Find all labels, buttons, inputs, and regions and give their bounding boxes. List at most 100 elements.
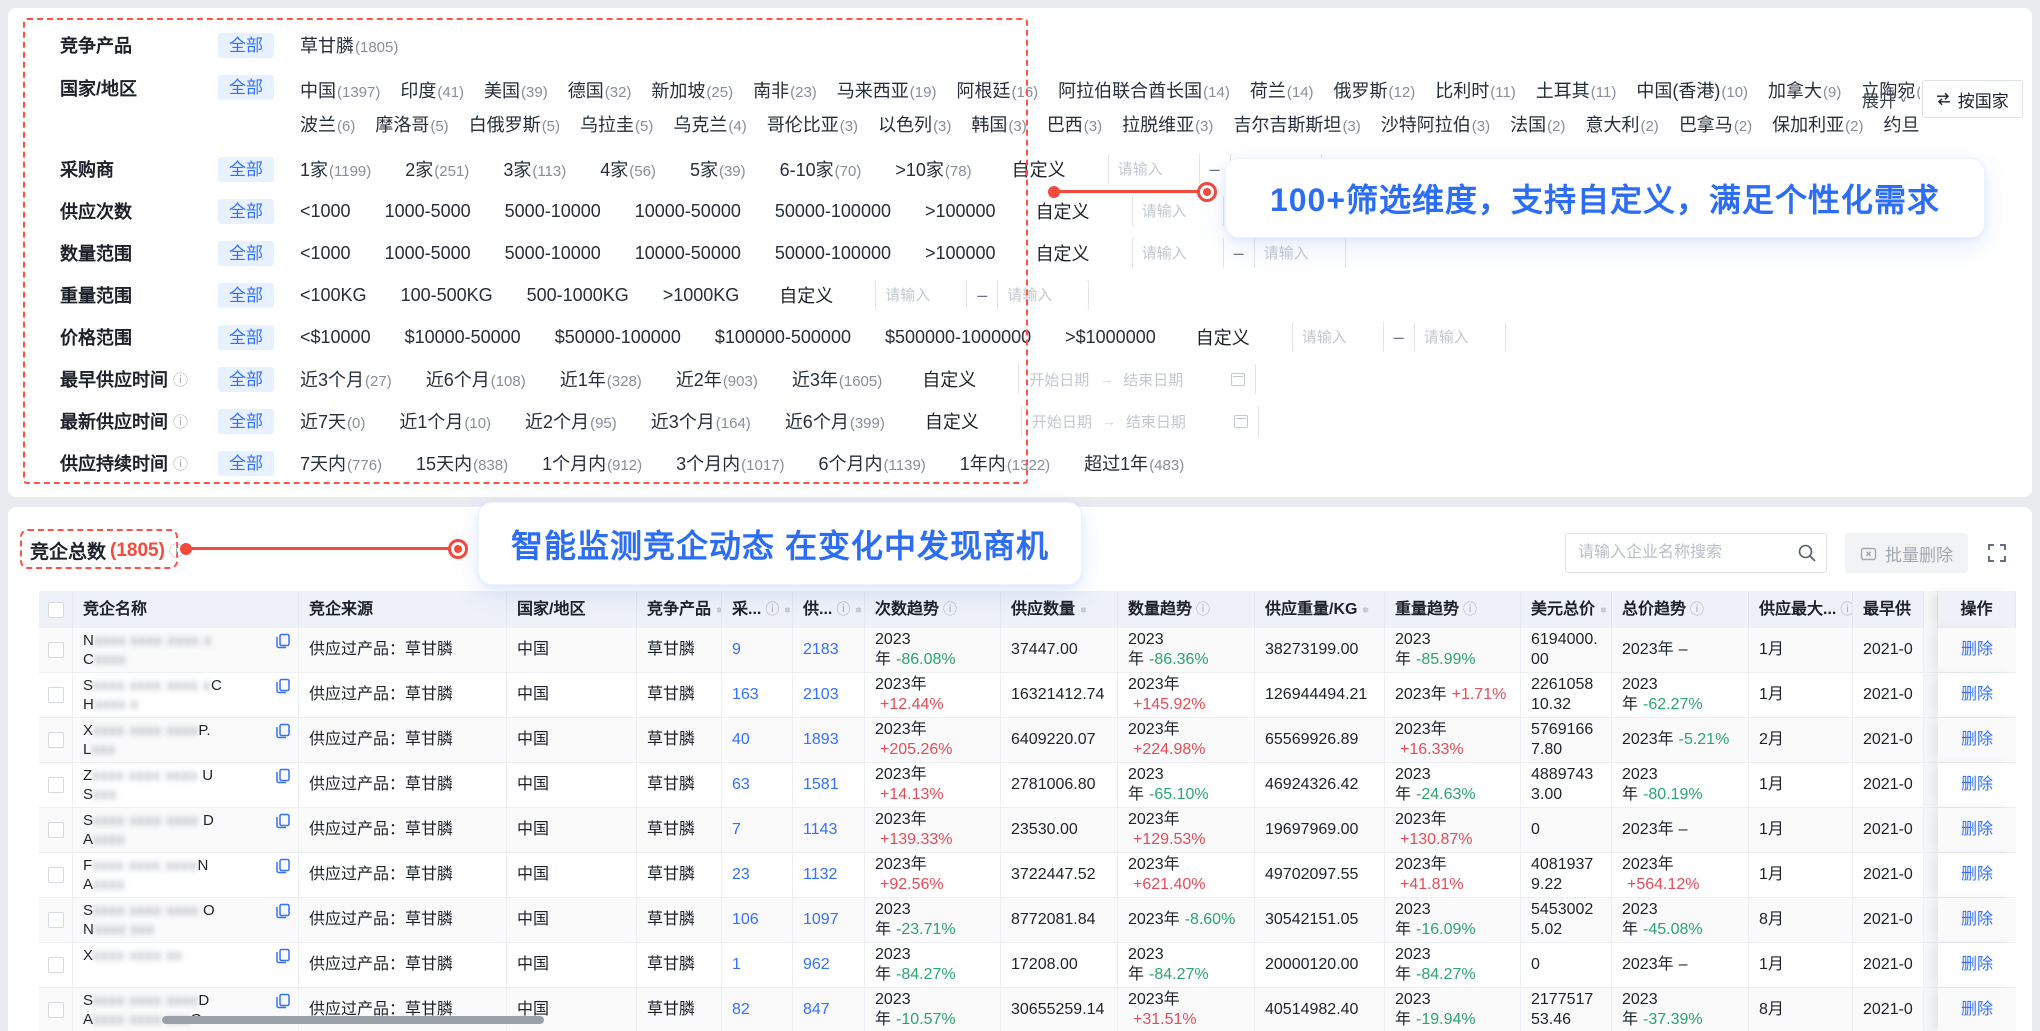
filter-option[interactable]: 10000-50000 bbox=[635, 201, 741, 222]
filter-option[interactable]: 巴拿马(2) bbox=[1679, 111, 1752, 137]
info-icon[interactable]: ⓘ bbox=[943, 601, 957, 619]
min-input[interactable] bbox=[1108, 154, 1200, 184]
filter-option[interactable]: $100000-500000 bbox=[715, 327, 851, 348]
row-checkbox[interactable] bbox=[48, 822, 64, 838]
delete-link[interactable]: 删除 bbox=[1961, 865, 1993, 885]
filter-option[interactable]: 近1年(328) bbox=[560, 366, 642, 392]
vertical-scrollbar-strip[interactable] bbox=[1924, 808, 1938, 852]
header-cell[interactable]: 竞争产品▲▼ bbox=[637, 591, 722, 628]
row-checkbox[interactable] bbox=[48, 732, 64, 748]
filter-option[interactable]: 美国(39) bbox=[484, 77, 548, 103]
min-input[interactable] bbox=[875, 280, 967, 310]
filter-option[interactable]: 近6个月(399) bbox=[785, 408, 885, 434]
filter-option[interactable]: 10000-50000 bbox=[635, 243, 741, 264]
filter-option[interactable]: >$1000000 bbox=[1065, 327, 1156, 348]
filter-all-chip[interactable]: 全部 bbox=[218, 325, 274, 350]
date-range-picker[interactable]: 开始日期→结束日期 bbox=[1018, 364, 1256, 394]
custom-option[interactable]: 自定义 bbox=[1036, 198, 1090, 224]
link-value[interactable]: 163 bbox=[732, 685, 759, 705]
custom-option[interactable]: 自定义 bbox=[1012, 156, 1066, 182]
info-icon[interactable]: ⓘ bbox=[173, 453, 188, 474]
delete-link[interactable]: 删除 bbox=[1961, 775, 1993, 795]
copy-icon[interactable] bbox=[275, 903, 291, 925]
filter-option[interactable]: 哥伦比亚(3) bbox=[767, 111, 858, 137]
filter-option[interactable]: 7天内(776) bbox=[300, 450, 382, 476]
filter-option[interactable]: 荷兰(14) bbox=[1250, 77, 1314, 103]
filter-option[interactable]: 近1个月(10) bbox=[399, 408, 491, 434]
filter-option[interactable]: >1000KG bbox=[663, 285, 740, 306]
sort-icon[interactable]: ▲▼ bbox=[1361, 609, 1370, 610]
filter-option[interactable]: $50000-100000 bbox=[555, 327, 681, 348]
max-input[interactable] bbox=[1414, 322, 1506, 352]
filter-all-chip[interactable]: 全部 bbox=[218, 283, 274, 308]
custom-option[interactable]: 自定义 bbox=[925, 408, 979, 434]
vertical-scrollbar-strip[interactable] bbox=[1924, 853, 1938, 897]
filter-option[interactable]: 土耳其(11) bbox=[1536, 77, 1617, 103]
sort-icon[interactable]: ▲▼ bbox=[1599, 609, 1608, 610]
batch-delete-button[interactable]: 批量删除 bbox=[1845, 533, 1968, 573]
filter-option[interactable]: 以色列(3) bbox=[878, 111, 951, 137]
by-country-button[interactable]: 按国家 bbox=[1922, 80, 2023, 118]
link-value[interactable]: 962 bbox=[803, 955, 830, 975]
row-checkbox[interactable] bbox=[48, 912, 64, 928]
row-checkbox[interactable] bbox=[48, 642, 64, 658]
filter-option[interactable]: 德国(32) bbox=[568, 77, 632, 103]
filter-option[interactable]: 意大利(2) bbox=[1585, 111, 1658, 137]
header-cell[interactable]: 供应重量/KG▲▼ bbox=[1255, 591, 1385, 628]
filter-all-chip[interactable]: 全部 bbox=[218, 199, 274, 224]
vertical-scrollbar-strip[interactable] bbox=[1924, 628, 1938, 672]
filter-option[interactable]: 中国(1397) bbox=[300, 77, 380, 103]
filter-option[interactable]: 巴西(3) bbox=[1047, 111, 1102, 137]
link-value[interactable]: 1 bbox=[732, 955, 741, 975]
link-value[interactable]: 1581 bbox=[803, 775, 839, 795]
filter-option[interactable]: 100-500KG bbox=[401, 285, 493, 306]
delete-link[interactable]: 删除 bbox=[1961, 730, 1993, 750]
copy-icon[interactable] bbox=[275, 993, 291, 1015]
custom-option[interactable]: 自定义 bbox=[779, 282, 833, 308]
filter-option[interactable]: 近3年(1605) bbox=[792, 366, 882, 392]
filter-option[interactable]: 印度(41) bbox=[400, 77, 464, 103]
filter-option[interactable]: 超过1年(483) bbox=[1084, 450, 1184, 476]
filter-option[interactable]: 近3个月(164) bbox=[651, 408, 751, 434]
link-value[interactable]: 1132 bbox=[803, 865, 837, 885]
filter-option[interactable]: 1个月内(912) bbox=[542, 450, 642, 476]
row-checkbox[interactable] bbox=[48, 777, 64, 793]
custom-option[interactable]: 自定义 bbox=[1196, 324, 1250, 350]
filter-option[interactable]: <$10000 bbox=[300, 327, 371, 348]
header-cell[interactable]: 采...ⓘ▲▼ bbox=[722, 591, 793, 628]
filter-option[interactable]: 加拿大(9) bbox=[1768, 77, 1841, 103]
filter-option[interactable]: 阿根廷(16) bbox=[956, 77, 1038, 103]
filter-option[interactable]: 5家(39) bbox=[690, 156, 746, 182]
info-icon[interactable]: ⓘ bbox=[836, 601, 850, 619]
max-input[interactable] bbox=[1254, 238, 1346, 268]
filter-option[interactable]: 近3个月(27) bbox=[300, 366, 392, 392]
filter-option[interactable]: 近7天(0) bbox=[300, 408, 365, 434]
header-cell[interactable]: 供...ⓘ▲▼ bbox=[793, 591, 865, 628]
filter-option[interactable]: 俄罗斯(12) bbox=[1334, 77, 1416, 103]
custom-option[interactable]: 自定义 bbox=[1036, 240, 1090, 266]
link-value[interactable]: 2183 bbox=[803, 640, 839, 660]
link-value[interactable]: 106 bbox=[732, 910, 759, 930]
delete-link[interactable]: 删除 bbox=[1961, 910, 1993, 930]
filter-option[interactable]: 法国(2) bbox=[1510, 111, 1565, 137]
delete-link[interactable]: 删除 bbox=[1961, 820, 1993, 840]
vertical-scrollbar-strip[interactable] bbox=[1924, 673, 1938, 717]
link-value[interactable]: 847 bbox=[803, 1000, 830, 1020]
filter-option[interactable]: 韩国(3) bbox=[971, 111, 1026, 137]
filter-option[interactable]: 50000-100000 bbox=[775, 201, 891, 222]
filter-option[interactable]: >10家(78) bbox=[895, 156, 971, 182]
filter-option[interactable]: 波兰(6) bbox=[300, 111, 355, 137]
copy-icon[interactable] bbox=[275, 723, 291, 745]
filter-option[interactable]: 中国(香港)(10) bbox=[1636, 77, 1748, 103]
filter-option[interactable]: 2家(251) bbox=[405, 156, 469, 182]
filter-option[interactable]: 阿拉伯联合酋长国(14) bbox=[1058, 77, 1230, 103]
copy-icon[interactable] bbox=[275, 678, 291, 700]
filter-option[interactable]: 摩洛哥(5) bbox=[375, 111, 448, 137]
filter-all-chip[interactable]: 全部 bbox=[218, 75, 274, 100]
link-value[interactable]: 1893 bbox=[803, 730, 839, 750]
filter-option[interactable]: 草甘膦(1805) bbox=[300, 32, 398, 58]
filter-option[interactable]: 6-10家(70) bbox=[780, 156, 862, 182]
delete-link[interactable]: 删除 bbox=[1961, 1000, 1993, 1020]
row-checkbox[interactable] bbox=[48, 867, 64, 883]
filter-option[interactable]: 南非(23) bbox=[753, 77, 817, 103]
